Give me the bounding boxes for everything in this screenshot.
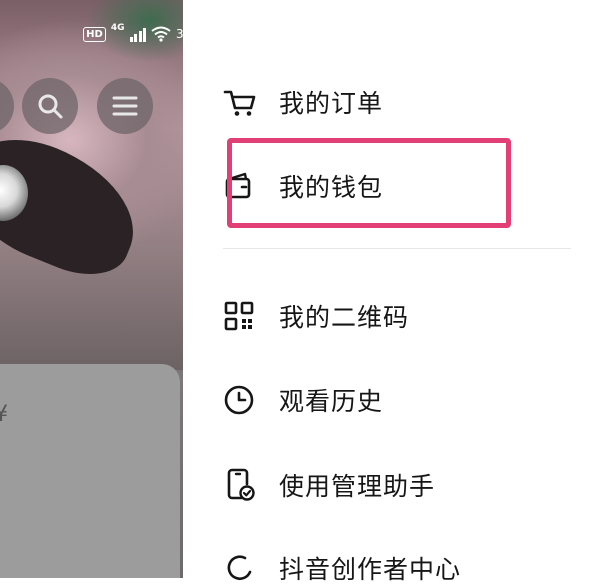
battery-level: 3 (176, 28, 183, 40)
menu-item-label: 我的二维码 (279, 303, 410, 332)
menu-item-label: 使用管理助手 (279, 472, 436, 501)
qr-code-icon (223, 299, 257, 333)
side-drawer: 我的订单 我的钱包 我的二维码 观看历史 使用管理助手 抖音创作者中心 (183, 0, 612, 584)
menu-item-label: 我的订单 (279, 89, 384, 118)
menu-item-watch-history[interactable]: 观看历史 (223, 380, 583, 420)
menu-item-creator-center[interactable]: 抖音创作者中心 (223, 548, 583, 588)
network-type: 4G (110, 23, 125, 33)
hd-badge: HD (83, 26, 106, 42)
phone-check-icon (223, 468, 257, 502)
signal-icon (129, 26, 146, 42)
profile-card (0, 364, 180, 578)
menu-item-orders[interactable]: 我的订单 (223, 82, 583, 122)
menu-item-label: 观看历史 (279, 387, 384, 416)
menu-item-usage-assistant[interactable]: 使用管理助手 (223, 465, 583, 505)
cart-icon (223, 85, 257, 119)
menu-item-label: 抖音创作者中心 (279, 555, 462, 584)
creator-icon (223, 551, 257, 585)
menu-button[interactable] (97, 78, 153, 134)
hamburger-icon (112, 96, 138, 116)
search-icon (38, 94, 63, 119)
wifi-icon (151, 26, 171, 42)
profile-background: HD 4G 3 ¥ (0, 0, 183, 578)
highlight-box (227, 138, 511, 228)
divider (223, 248, 571, 249)
profile-card-text: ¥ (0, 402, 8, 427)
menu-item-qr-code[interactable]: 我的二维码 (223, 296, 583, 336)
clock-icon (223, 383, 257, 417)
search-button[interactable] (22, 78, 78, 134)
status-bar: HD 4G 3 (83, 22, 183, 46)
